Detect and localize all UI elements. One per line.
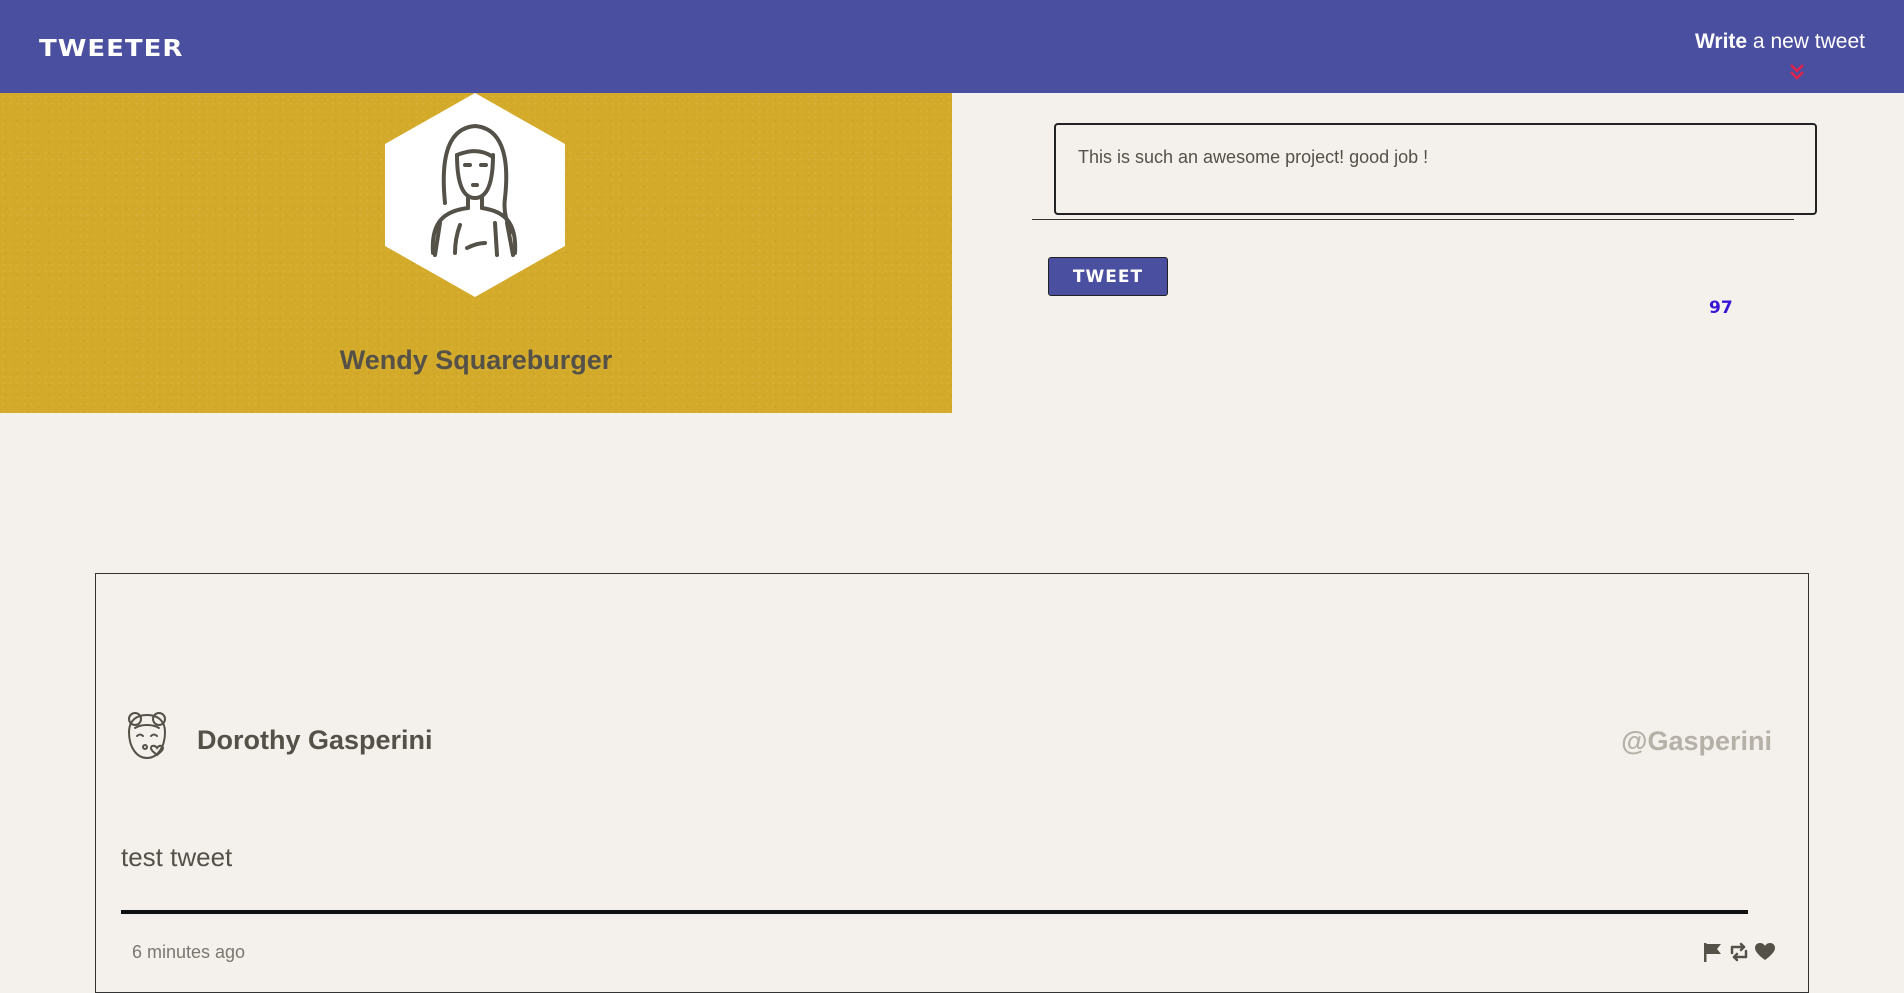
tweet-timestamp: 6 minutes ago <box>132 942 246 962</box>
compose-divider <box>1032 219 1794 220</box>
tweet-divider <box>121 910 1748 914</box>
girl-avatar-icon <box>128 712 166 760</box>
woman-avatar-icon <box>385 93 565 297</box>
profile-name: Wendy Squareburger <box>339 345 613 375</box>
tweet-author: Dorothy Gasperini <box>197 725 433 755</box>
write-cta-bold: Write <box>1694 30 1748 53</box>
flag-icon[interactable] <box>1702 941 1724 963</box>
tweet-compose-input[interactable]: This is such an awesome project! good jo… <box>1054 123 1817 215</box>
write-new-tweet-link[interactable]: Write a new tweet <box>1695 30 1865 54</box>
heart-icon[interactable] <box>1754 941 1776 963</box>
tweet-card: Dorothy Gasperini @Gasperini test tweet … <box>95 573 1809 993</box>
retweet-icon[interactable] <box>1728 941 1750 963</box>
tweet-submit-button[interactable]: TWEET <box>1048 257 1168 296</box>
double-chevron-down-icon[interactable] <box>1786 63 1808 81</box>
tweet-handle: @Gasperini <box>1621 726 1772 756</box>
brand-logo[interactable]: TWEETER <box>39 36 183 63</box>
tweet-text: test tweet <box>121 842 233 872</box>
tweet-actions <box>1702 941 1776 963</box>
top-nav: TWEETER Write a new tweet <box>0 0 1904 93</box>
profile-header: Wendy Squareburger <box>0 93 952 413</box>
char-counter: 97 <box>1709 298 1733 318</box>
write-cta-rest: a new tweet <box>1747 30 1865 53</box>
